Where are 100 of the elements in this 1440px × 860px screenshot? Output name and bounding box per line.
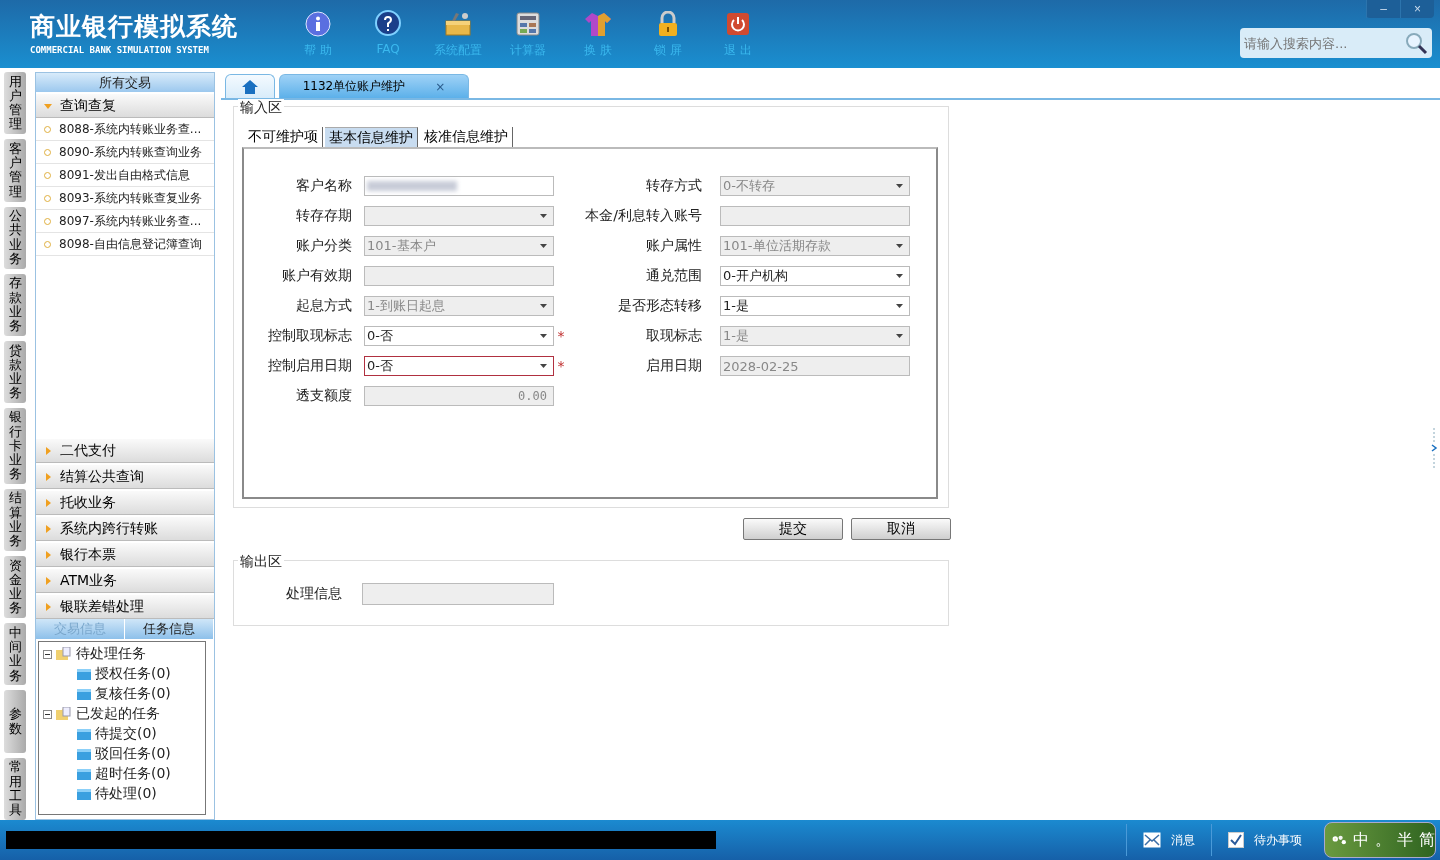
- side-tab[interactable]: 存款业务: [4, 273, 26, 336]
- accordion-header[interactable]: 银联差错处理: [36, 595, 214, 619]
- side-tab[interactable]: 用户管理: [4, 72, 26, 135]
- field-label: 取现标志: [645, 327, 702, 345]
- question-icon: [374, 10, 402, 38]
- required-mark: *: [556, 328, 566, 344]
- side-tab[interactable]: 常用工具: [4, 757, 26, 820]
- folder-icon: [56, 647, 72, 661]
- dropdown-field[interactable]: 0-否: [364, 356, 554, 376]
- side-tab[interactable]: 银行卡业务: [4, 408, 26, 484]
- field-label: 转存方式: [645, 177, 702, 195]
- input-method-bar[interactable]: 中 。 半 简: [1324, 822, 1436, 858]
- search-field[interactable]: 请输入搜索内容...: [1240, 28, 1432, 58]
- accordion-header[interactable]: 系统内跨行转账: [36, 517, 214, 541]
- status-button[interactable]: 待办事项: [1211, 824, 1318, 856]
- dropdown-field[interactable]: 0-开户机构: [720, 266, 910, 286]
- tree-node[interactable]: 待处理任务: [76, 645, 146, 663]
- side-tab[interactable]: 资金业务: [4, 556, 26, 619]
- field-label: 是否形态转移: [617, 297, 702, 315]
- dropdown-caret-icon: [540, 334, 547, 338]
- form-tab[interactable]: 基本信息维护: [325, 127, 418, 147]
- tree-node[interactable]: 驳回任务(0): [95, 745, 171, 763]
- app-title: 商业银行模拟系统: [30, 11, 239, 43]
- home-tab[interactable]: [225, 74, 275, 98]
- checkbox-icon: [1228, 832, 1244, 848]
- input-field[interactable]: [364, 176, 554, 196]
- app-subtitle: COMMERCIAL BANK SIMULATION SYSTEM: [30, 45, 210, 55]
- dropdown-caret-icon: [896, 274, 903, 278]
- collapsed-arrow-icon: [44, 576, 52, 585]
- collapsed-arrow-icon: [44, 498, 52, 507]
- side-tab[interactable]: 公共业务: [4, 206, 26, 269]
- dropdown-field[interactable]: 0-否: [364, 326, 554, 346]
- field-label: 透支额度: [295, 387, 352, 405]
- collapsed-arrow-icon: [44, 524, 52, 533]
- field-label: 账户属性: [645, 237, 702, 255]
- sidebar-title: 所有交易: [36, 73, 214, 92]
- field-label: 账户分类: [295, 237, 352, 255]
- action-button[interactable]: 提交: [743, 518, 843, 540]
- transaction-item[interactable]: 8088-系统内转账业务查...: [36, 118, 214, 141]
- side-tab[interactable]: 参数: [4, 690, 26, 753]
- accordion-header[interactable]: 银行本票: [36, 543, 214, 567]
- field-label: 账户有效期: [281, 267, 352, 285]
- transaction-item[interactable]: 8093-系统内转账查复业务: [36, 187, 214, 210]
- ime-indicator[interactable]: 半: [1397, 829, 1413, 851]
- expanded-arrow-icon: [44, 101, 52, 110]
- form-tab[interactable]: 不可维护项: [244, 127, 323, 147]
- close-icon[interactable]: ×: [435, 79, 446, 94]
- dropdown-caret-icon: [540, 364, 547, 368]
- action-button[interactable]: 取消: [851, 518, 951, 540]
- transaction-item[interactable]: 8091-发出自由格式信息: [36, 164, 214, 187]
- collapse-toggle-icon[interactable]: [43, 649, 52, 659]
- folder-icon: [77, 788, 91, 800]
- ime-indicator[interactable]: 简: [1419, 829, 1435, 851]
- transaction-item[interactable]: 8090-系统内转账查询业务: [36, 141, 214, 164]
- folder-icon: [77, 728, 91, 740]
- dropdown-caret-icon: [540, 304, 547, 308]
- tree-node[interactable]: 复核任务(0): [95, 685, 171, 703]
- folder-icon: [77, 688, 91, 700]
- ime-indicator[interactable]: 。: [1375, 829, 1391, 851]
- required-mark: *: [556, 358, 566, 374]
- field-label: 控制启用日期: [267, 357, 352, 375]
- accordion-header[interactable]: 结算公共查询: [36, 465, 214, 489]
- side-tab[interactable]: 客户管理: [4, 139, 26, 202]
- accordion-header[interactable]: 查询查复: [36, 94, 214, 118]
- lock-icon: [657, 11, 679, 37]
- section-title: 输出区: [238, 553, 284, 571]
- field-label: 转存存期: [295, 207, 352, 225]
- folder-icon: [56, 707, 72, 721]
- tree-node[interactable]: 授权任务(0): [95, 665, 171, 683]
- accordion-header[interactable]: ATM业务: [36, 569, 214, 593]
- page-tab[interactable]: 1132单位账户维护 ×: [279, 74, 469, 98]
- tree-node[interactable]: 超时任务(0): [95, 765, 171, 783]
- collapse-toggle-icon[interactable]: [43, 709, 52, 719]
- tree-node[interactable]: 待处理(0): [95, 785, 157, 803]
- side-tab[interactable]: 贷款业务: [4, 341, 26, 404]
- close-button[interactable]: ×: [1400, 0, 1434, 18]
- side-tab[interactable]: 中间业务: [4, 623, 26, 686]
- ime-indicator[interactable]: 中: [1353, 829, 1369, 851]
- calculator-icon: [516, 12, 540, 36]
- tree-node[interactable]: 已发起的任务: [76, 705, 160, 723]
- folder-icon: [77, 748, 91, 760]
- shirt-icon: [584, 11, 612, 37]
- minimize-button[interactable]: –: [1366, 0, 1400, 18]
- dropdown-field[interactable]: 1-是: [720, 296, 910, 316]
- form-tab[interactable]: 核准信息维护: [420, 127, 513, 147]
- field-label: 启用日期: [645, 357, 702, 375]
- dropdown-caret-icon: [896, 184, 903, 188]
- dropdown-caret-icon: [540, 214, 547, 218]
- collapse-arrow-icon[interactable]: [1430, 428, 1438, 468]
- accordion-header[interactable]: 托收业务: [36, 491, 214, 515]
- search-icon: [1404, 31, 1428, 55]
- dropdown-caret-icon: [540, 244, 547, 248]
- panel-tab[interactable]: 任务信息: [125, 619, 214, 639]
- side-tab[interactable]: 结算业务: [4, 488, 26, 551]
- home-icon: [242, 79, 258, 94]
- status-button[interactable]: 消息: [1126, 824, 1211, 856]
- transaction-item[interactable]: 8097-系统内转账业务查...: [36, 210, 214, 233]
- transaction-item[interactable]: 8098-自由信息登记簿查询: [36, 233, 214, 256]
- tree-node[interactable]: 待提交(0): [95, 725, 157, 743]
- accordion-header[interactable]: 二代支付: [36, 439, 214, 463]
